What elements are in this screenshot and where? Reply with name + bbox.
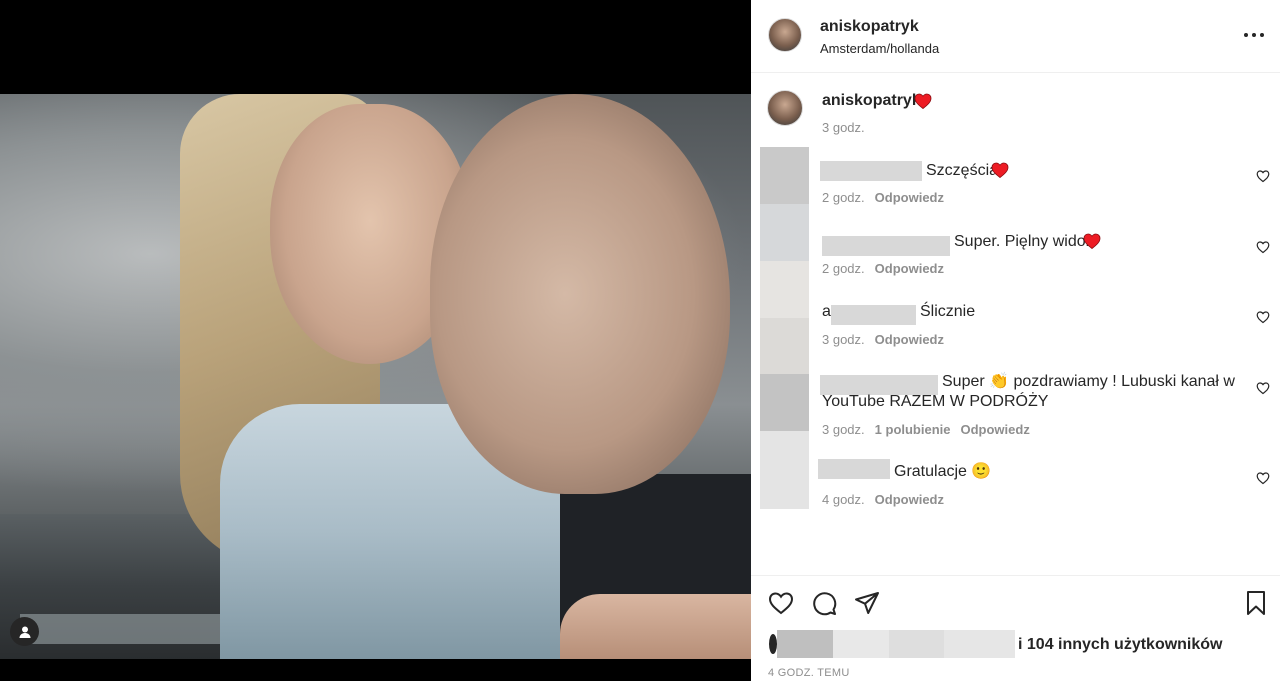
liker-name-redacted[interactable] <box>944 630 1015 658</box>
comment-time: 2 godz. <box>822 190 865 205</box>
share-icon[interactable] <box>854 590 880 616</box>
post-media <box>0 0 751 681</box>
comment-username-redacted[interactable] <box>818 459 890 479</box>
photo-hand <box>560 594 751 659</box>
reply-button[interactable]: Odpowiedz <box>875 190 944 205</box>
post-timestamp[interactable]: 4 GODZ. TEMU <box>768 667 850 679</box>
post-panel: aniskopatryk Amsterdam/hollanda aniskopa… <box>751 0 1280 681</box>
photo-water <box>20 614 220 644</box>
comment-username-prefix[interactable]: a <box>822 302 831 322</box>
comment-time: 3 godz. <box>822 422 865 437</box>
comment-username-redacted[interactable] <box>831 305 916 325</box>
comment-likes-count[interactable]: 1 polubienie <box>875 422 951 437</box>
comment-username-redacted[interactable] <box>822 236 950 256</box>
post-header: aniskopatryk Amsterdam/hollanda <box>751 0 1280 73</box>
comment-text: Super. Pięlny widok <box>954 233 1094 250</box>
heart-emoji-icon <box>1083 233 1101 254</box>
heart-emoji-icon <box>914 93 932 114</box>
caption-avatar[interactable] <box>767 90 803 126</box>
liker-name-redacted[interactable] <box>833 630 889 658</box>
comment-avatar-extra <box>760 374 809 431</box>
bookmark-icon[interactable] <box>1244 590 1268 616</box>
comment-time: 2 godz. <box>822 261 865 276</box>
comment-like-heart-icon[interactable] <box>1256 310 1270 324</box>
more-options-icon[interactable] <box>1244 25 1264 45</box>
comment-text: Ślicznie <box>920 303 976 320</box>
comment-like-heart-icon[interactable] <box>1256 169 1270 183</box>
likes-count-text[interactable]: i 104 innych użytkowników <box>1018 636 1223 654</box>
comment: Gratulacje 🙂 4 godz. Odpowiedz <box>751 431 1280 509</box>
post-location[interactable]: Amsterdam/hollanda <box>820 41 939 56</box>
comment-like-heart-icon[interactable] <box>1256 381 1270 395</box>
liker-name-redacted[interactable] <box>889 630 944 658</box>
comment-avatar[interactable] <box>760 204 809 261</box>
caption-time: 3 godz. <box>822 120 865 135</box>
comment-meta: 2 godz. Odpowiedz <box>822 261 944 276</box>
reply-button[interactable]: Odpowiedz <box>875 492 944 507</box>
caption-username[interactable]: aniskopatryk <box>822 92 921 110</box>
comment-like-heart-icon[interactable] <box>1256 471 1270 485</box>
comment-meta: 2 godz. Odpowiedz <box>822 190 944 205</box>
author-avatar[interactable] <box>768 18 802 52</box>
liker-avatar-redacted[interactable] <box>777 630 833 658</box>
comment-avatar[interactable] <box>760 318 809 375</box>
comment-avatar[interactable] <box>760 261 809 318</box>
user-tag-icon[interactable] <box>10 617 39 646</box>
heart-icon[interactable] <box>768 590 794 616</box>
likes-summary: i 104 innych użytkowników <box>769 630 1271 660</box>
reply-button[interactable]: Odpowiedz <box>875 332 944 347</box>
comment: Super 👏 pozdrawiamy ! Lubuski kanał w Yo… <box>751 318 1280 437</box>
comment-meta: 3 godz. Odpowiedz <box>822 332 944 347</box>
comment-meta: 4 godz. Odpowiedz <box>822 492 944 507</box>
liker-avatar[interactable] <box>769 634 777 654</box>
comment: a Ślicznie 3 godz. Odpowiedz <box>751 261 1280 347</box>
author-username[interactable]: aniskopatryk <box>820 18 919 36</box>
comment-text: Szczęścia <box>926 162 999 179</box>
comment-avatar[interactable] <box>760 147 809 204</box>
comment-text-line2: YouTube RAZEM W PODRÓŻY <box>822 393 1049 410</box>
comment-avatar[interactable] <box>760 431 809 509</box>
comment-username-redacted[interactable] <box>820 161 922 181</box>
reply-button[interactable]: Odpowiedz <box>875 261 944 276</box>
comment-time: 4 godz. <box>822 492 865 507</box>
comment-meta: 3 godz. 1 polubienie Odpowiedz <box>822 422 1030 437</box>
reply-button[interactable]: Odpowiedz <box>961 422 1030 437</box>
heart-emoji-icon <box>991 162 1009 183</box>
comment-text: Gratulacje 🙂 <box>894 463 992 480</box>
comment-icon[interactable] <box>811 590 837 616</box>
post-actions: i 104 innych użytkowników 4 GODZ. TEMU <box>751 575 1280 681</box>
comment-text-line1: Super 👏 pozdrawiamy ! Lubuski kanał w <box>942 373 1235 390</box>
comment-time: 3 godz. <box>822 332 865 347</box>
post-photo[interactable] <box>0 94 751 659</box>
comment-like-heart-icon[interactable] <box>1256 240 1270 254</box>
comment: Super. Pięlny widok 2 godz. Odpowiedz <box>751 204 1280 276</box>
